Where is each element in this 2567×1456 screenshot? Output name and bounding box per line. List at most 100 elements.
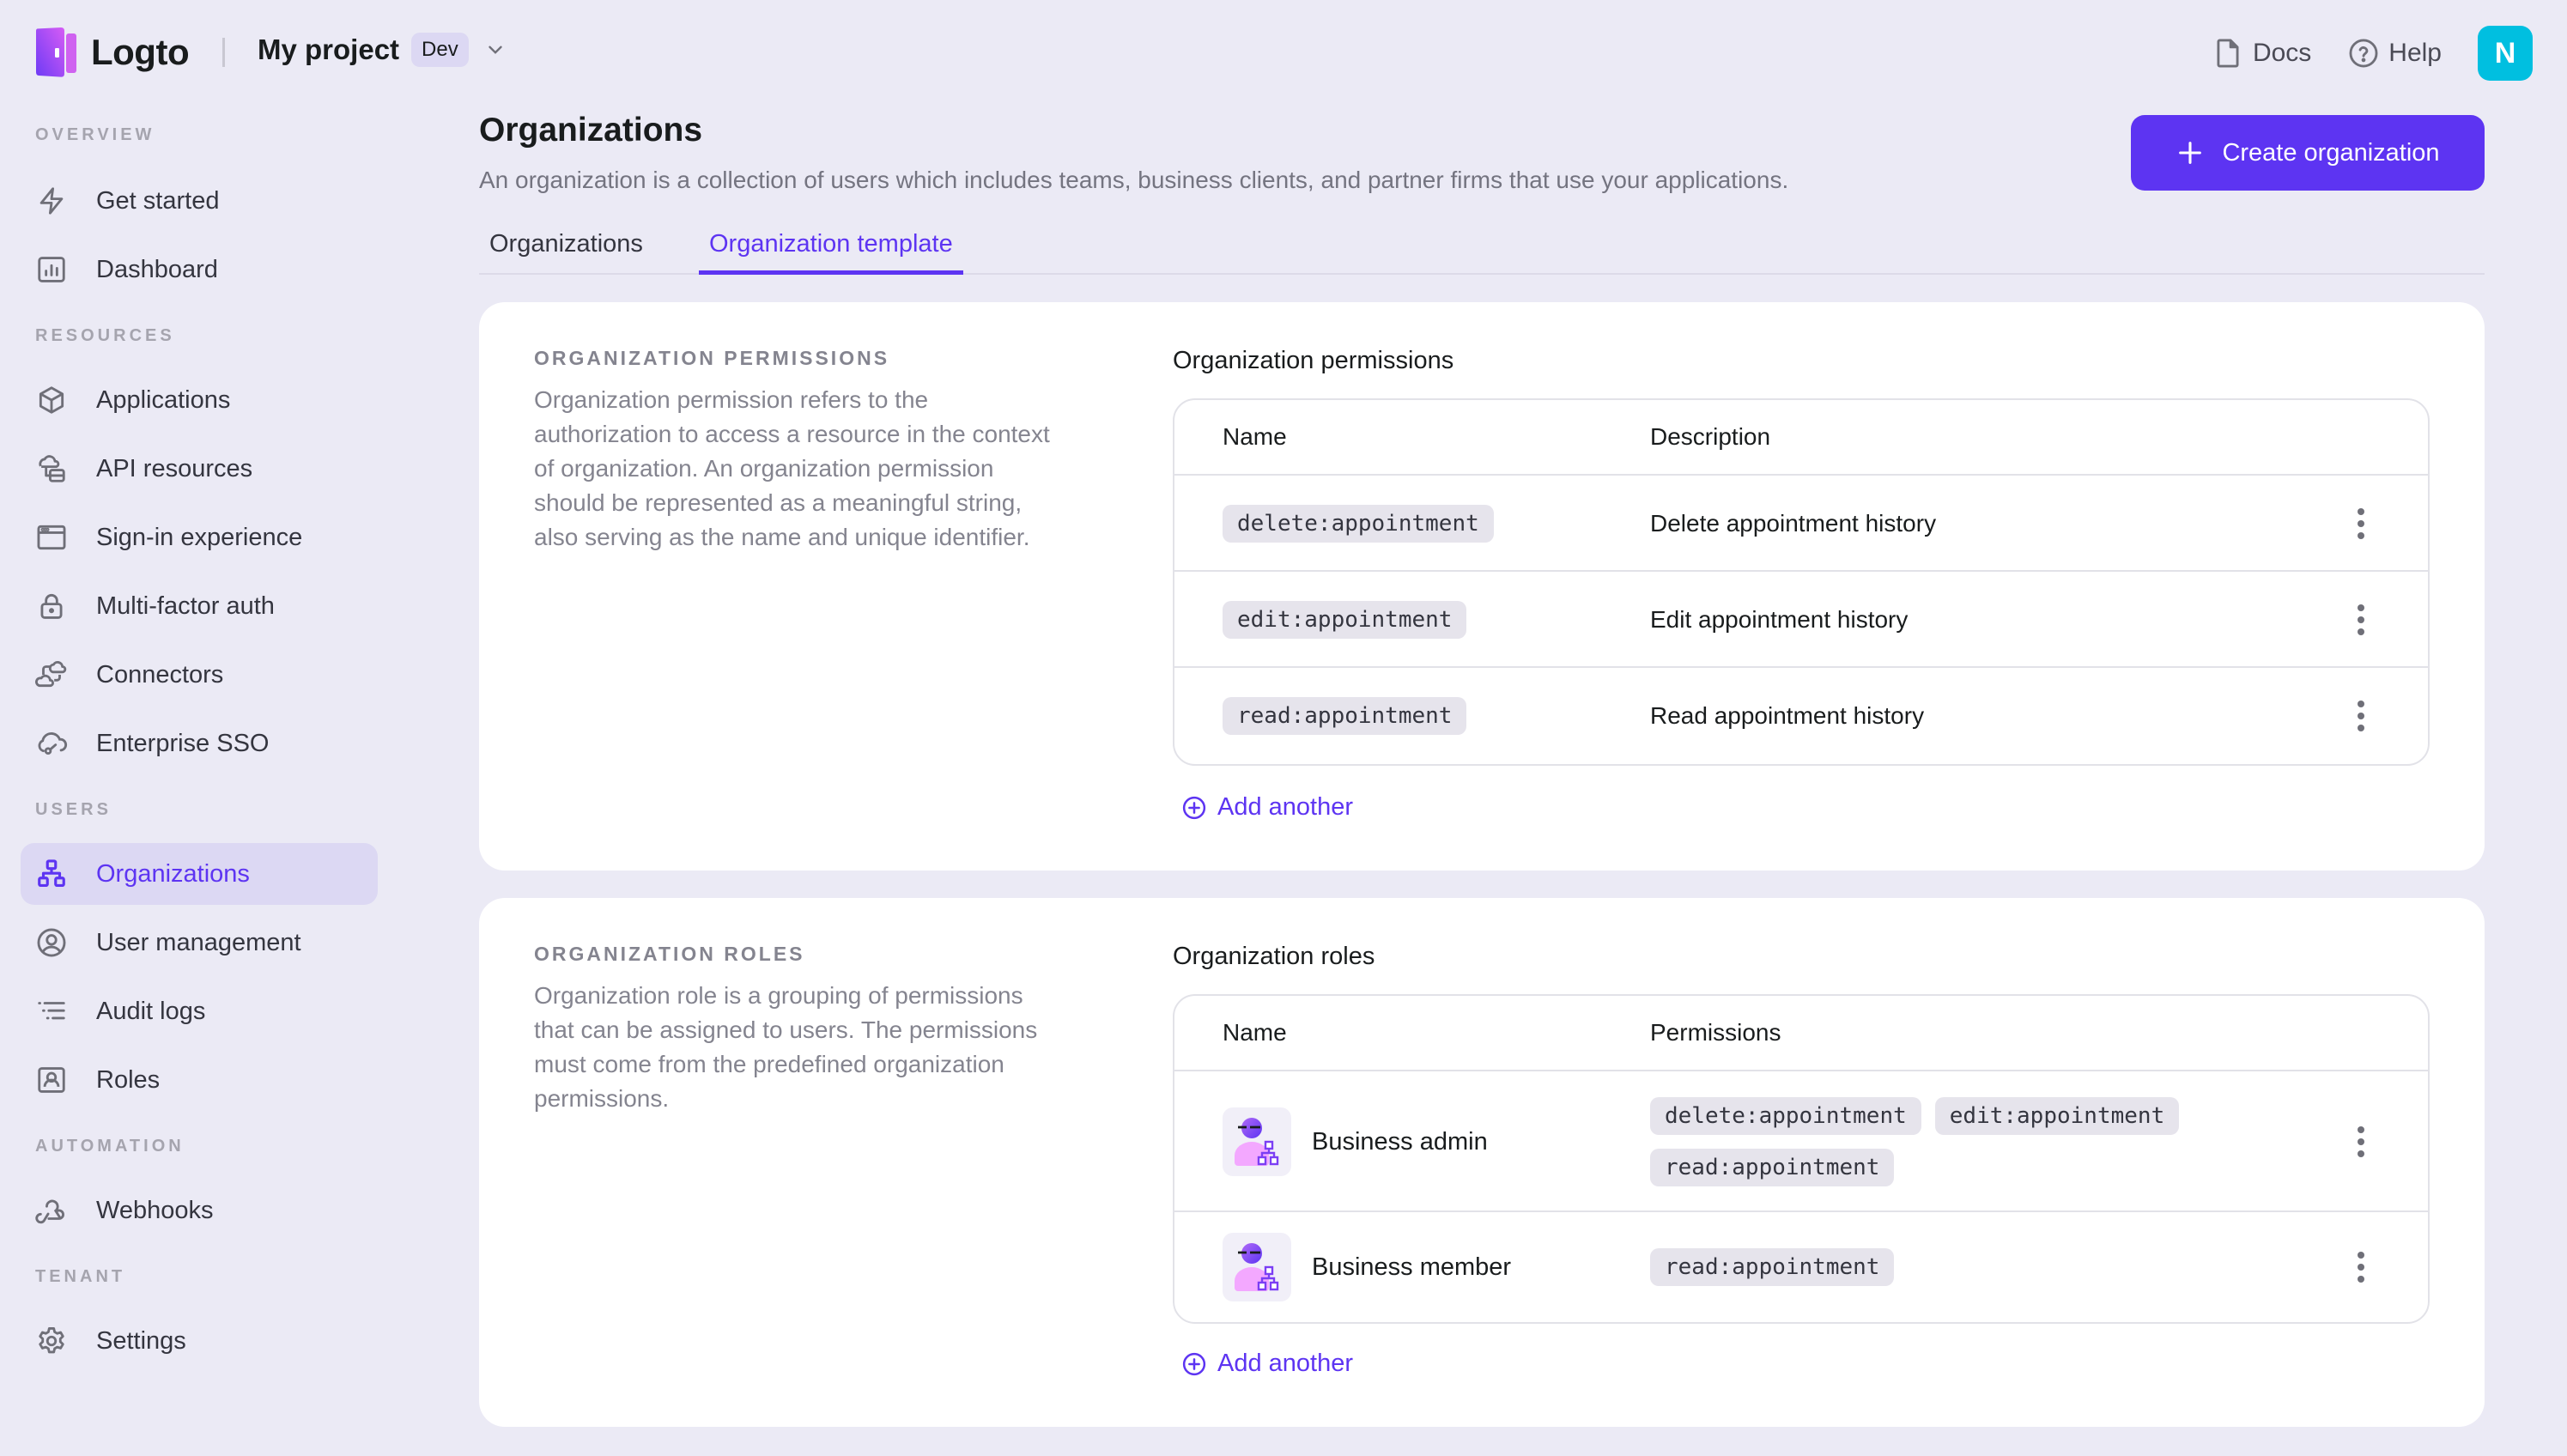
help-link[interactable]: Help	[2347, 37, 2442, 70]
sidebar-item-roles[interactable]: Roles	[21, 1049, 378, 1111]
more-options-icon[interactable]	[2352, 699, 2370, 733]
create-organization-button[interactable]: Create organization	[2131, 115, 2485, 191]
sidebar-item-label: Dashboard	[96, 255, 218, 283]
sidebar-item-api-resources[interactable]: API resources	[21, 438, 378, 500]
add-role-button[interactable]: Add another	[1181, 1350, 1353, 1378]
help-label: Help	[2388, 39, 2442, 67]
document-icon	[2217, 39, 2239, 68]
lightning-icon	[35, 185, 68, 217]
sidebar-item-label: Enterprise SSO	[96, 729, 270, 757]
permission-tag: read:appointment	[1650, 1248, 1895, 1286]
list-icon	[35, 995, 68, 1028]
docs-label: Docs	[2252, 39, 2312, 67]
sidebar-item-label: Sign-in experience	[96, 523, 303, 551]
permissions-table: Name Description delete:appointment Dele…	[1173, 398, 2430, 766]
permission-tag: read:appointment	[1650, 1149, 1895, 1186]
add-permission-button[interactable]: Add another	[1181, 793, 1353, 822]
roles-section-title: ORGANIZATION ROLES	[534, 943, 805, 965]
column-header-name: Name	[1223, 1019, 1287, 1046]
table-row[interactable]: edit:appointment Edit appointment histor…	[1174, 572, 2428, 668]
sidebar-item-audit-logs[interactable]: Audit logs	[21, 980, 378, 1042]
sidebar-item-user-management[interactable]: User management	[21, 912, 378, 974]
more-options-icon[interactable]	[2352, 1250, 2370, 1284]
sidebar-item-enterprise-sso[interactable]: Enterprise SSO	[21, 713, 378, 774]
roles-field-label: Organization roles	[1173, 943, 1375, 970]
more-options-icon[interactable]	[2352, 507, 2370, 541]
help-circle-icon	[2349, 39, 2378, 68]
role-avatar-icon	[1223, 1107, 1291, 1176]
logo[interactable]: Logto	[34, 27, 190, 77]
sidebar-item-webhooks[interactable]: Webhooks	[21, 1180, 378, 1241]
sidebar-item-multi-factor-auth[interactable]: Multi-factor auth	[21, 575, 378, 637]
sidebar-item-label: Organizations	[96, 859, 250, 888]
roles-card: ORGANIZATION ROLES Organization role is …	[479, 898, 2485, 1427]
lock-icon	[35, 590, 68, 622]
sidebar-item-sign-in-experience[interactable]: Sign-in experience	[21, 507, 378, 568]
sidebar-item-label: Settings	[96, 1326, 186, 1355]
permissions-section-title: ORGANIZATION PERMISSIONS	[534, 347, 890, 369]
role-name: Business admin	[1312, 1127, 1488, 1156]
create-organization-label: Create organization	[2222, 138, 2440, 167]
tab-organization-template[interactable]: Organization template	[699, 230, 963, 275]
user-circle-icon	[35, 926, 68, 959]
sidebar-item-settings[interactable]: Settings	[21, 1310, 378, 1372]
logto-logo-icon	[36, 27, 76, 77]
column-header-name: Name	[1223, 423, 1287, 450]
top-actions: Docs Help N	[2212, 26, 2533, 81]
permissions-field-label: Organization permissions	[1173, 347, 1454, 374]
more-options-icon[interactable]	[2352, 1125, 2370, 1159]
plus-circle-icon	[1182, 796, 1206, 819]
permission-tag: edit:appointment	[1934, 1097, 2180, 1135]
permissions-card: ORGANIZATION PERMISSIONS Organization pe…	[479, 302, 2485, 871]
env-badge: Dev	[411, 33, 469, 67]
sidebar-item-organizations[interactable]: Organizations	[21, 843, 378, 905]
table-header: Name Permissions	[1174, 996, 2428, 1071]
sidebar-item-applications[interactable]: Applications	[21, 369, 378, 431]
tab-organizations[interactable]: Organizations	[479, 230, 653, 275]
user-badge-icon	[35, 1064, 68, 1096]
table-row[interactable]: delete:appointment Delete appointment hi…	[1174, 476, 2428, 572]
column-header-permissions: Permissions	[1650, 1019, 1781, 1046]
page-title: Organizations	[479, 112, 703, 149]
more-options-icon[interactable]	[2352, 603, 2370, 637]
permission-description: Read appointment history	[1650, 702, 1925, 729]
project-switcher[interactable]: My project Dev	[258, 33, 507, 67]
sidebar-section-overview: OVERVIEW	[35, 125, 155, 144]
plus-icon	[2179, 142, 2202, 164]
cube-icon	[35, 384, 68, 416]
docs-link[interactable]: Docs	[2212, 37, 2311, 70]
table-header: Name Description	[1174, 400, 2428, 476]
chevron-down-icon	[489, 46, 502, 54]
sidebar-item-label: Audit logs	[96, 997, 206, 1025]
page-subtitle: An organization is a collection of users…	[479, 167, 1789, 193]
bar-chart-icon	[35, 253, 68, 286]
permission-tag: delete:appointment	[1650, 1097, 1921, 1135]
permissions-section-description: Organization permission refers to the au…	[534, 386, 1050, 550]
user-avatar[interactable]: N	[2478, 26, 2533, 81]
roles-table: Name Permissions Business admin delete:a…	[1173, 994, 2430, 1324]
sidebar-item-label: Multi-factor auth	[96, 592, 275, 620]
topbar-divider	[222, 38, 225, 67]
webhook-icon	[35, 1194, 68, 1227]
plus-circle-icon	[1182, 1352, 1206, 1375]
cloud-key-icon	[35, 727, 68, 760]
permission-description: Edit appointment history	[1650, 606, 1909, 633]
table-row[interactable]: Business admin delete:appointment edit:a…	[1174, 1071, 2428, 1212]
tab-bar: Organizations Organization template	[479, 221, 2485, 275]
table-row[interactable]: read:appointment Read appointment histor…	[1174, 668, 2428, 764]
sidebar-item-dashboard[interactable]: Dashboard	[21, 239, 378, 300]
gear-icon	[35, 1325, 68, 1357]
sidebar-item-connectors[interactable]: Connectors	[21, 644, 378, 706]
add-another-label: Add another	[1217, 793, 1354, 821]
sidebar-item-get-started[interactable]: Get started	[21, 170, 378, 232]
top-bar: Logto My project Dev Docs Help N	[0, 0, 2567, 106]
add-another-label: Add another	[1217, 1350, 1354, 1377]
permission-tag: read:appointment	[1223, 697, 1467, 735]
project-name: My project	[258, 33, 400, 65]
table-row[interactable]: Business member read:appointment	[1174, 1212, 2428, 1322]
cloud-database-icon	[35, 452, 68, 485]
sidebar-section-resources: RESOURCES	[35, 326, 175, 345]
roles-section-description: Organization role is a grouping of permi…	[534, 982, 1038, 1112]
sidebar-item-label: User management	[96, 928, 301, 956]
org-tree-icon	[35, 858, 68, 890]
